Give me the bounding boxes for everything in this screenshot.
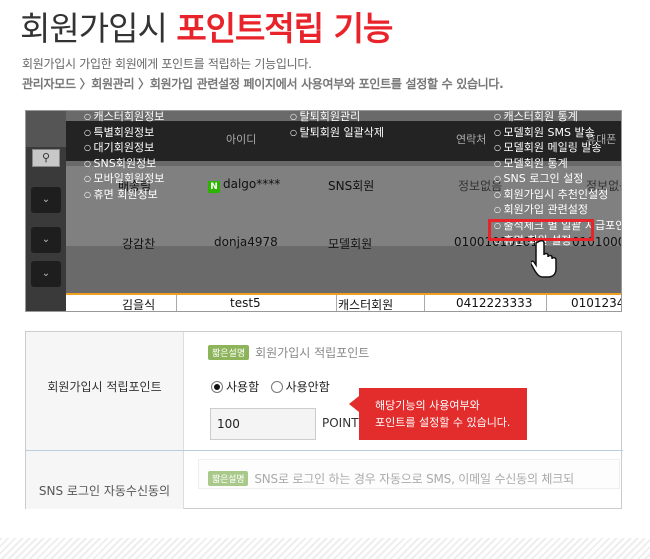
settings-panel: 회원가입시 적립포인트 짧은설명 회원가입시 적립포인트 사용함 사용안함 100… bbox=[25, 331, 623, 509]
page: 회원가입시 포인트적립 기능 회원가입시 가입한 회원에게 포인트를 적립하는 … bbox=[0, 0, 650, 559]
sns-auto-consent-label: SNS 로그인 자동수신동의 bbox=[26, 451, 184, 509]
point-unit: POINT bbox=[322, 416, 359, 430]
point-input[interactable]: 100 bbox=[210, 408, 316, 440]
row1-type: SNS회원 bbox=[328, 179, 375, 193]
radio-checked-icon[interactable] bbox=[211, 381, 223, 393]
chevron-down-icon[interactable]: ⌄ bbox=[31, 227, 61, 253]
radio-unchecked-icon[interactable] bbox=[270, 381, 283, 393]
page-title: 회원가입시 포인트적립 기능 bbox=[20, 2, 393, 50]
row3-name: 김을식 bbox=[122, 298, 156, 312]
submenu-column-1: 캐스터회원정보 특별회원정보 대기회원정보 SNS회원정보 모바일회원정보 휴면… bbox=[84, 111, 165, 203]
menu-item[interactable]: 특별회원정보 bbox=[84, 125, 164, 141]
tooltip: 해당기능의 사용여부와 포인트를 설정할 수 있습니다. bbox=[349, 388, 527, 440]
column-header-id: 아이디 bbox=[226, 133, 257, 146]
highlight-box bbox=[488, 219, 594, 241]
hand-cursor-icon bbox=[531, 239, 557, 278]
menu-item[interactable]: 모바일회원정보 bbox=[84, 171, 165, 187]
menu-item[interactable]: 대기회원정보 bbox=[84, 140, 164, 156]
menu-item[interactable]: 휴면 회원정보 bbox=[84, 187, 164, 203]
row2-name: 강감찬 bbox=[122, 237, 156, 251]
sns-auto-consent-hint: 짧은설명 SNS로 로그인 하는 경우 자동으로 SMS, 이메일 수신동의 체크… bbox=[208, 470, 574, 487]
description-line-1: 회원가입시 가입한 회원에게 포인트를 적립하는 기능입니다. bbox=[22, 57, 312, 71]
column-header-phone: 연락처 bbox=[456, 133, 487, 146]
signup-point-label: 회원가입시 적립포인트 bbox=[26, 332, 184, 450]
radio-use[interactable]: 사용함 bbox=[211, 380, 259, 394]
radio-nouse[interactable]: 사용안함 bbox=[270, 380, 330, 394]
menu-item[interactable]: 캐스터회원정보 bbox=[84, 111, 165, 125]
menu-item-signup-settings[interactable]: 회원가입 관련설정 bbox=[494, 202, 621, 218]
description-line-2: 관리자모드 〉회원관리 〉회원가입 관련설정 페이지에서 사용여부와 포인트를 … bbox=[22, 77, 504, 91]
page-title-part1: 회원가입시 bbox=[20, 9, 168, 48]
row3-id: test5 bbox=[230, 296, 261, 310]
menu-item[interactable]: 캐스터회원 통계 bbox=[494, 111, 621, 125]
menu-item[interactable]: SNS회원정보 bbox=[84, 156, 164, 172]
admin-left-bar: ⚲ ⌄ ⌄ ⌄ bbox=[26, 111, 66, 311]
row3-type: 캐스터회원 bbox=[338, 298, 394, 312]
menu-item[interactable]: 회원가입시 추천인설정 bbox=[494, 187, 621, 203]
use-radio-group: 사용함 사용안함 bbox=[211, 378, 330, 395]
menu-item[interactable]: 탈퇴회원 일괄삭제 bbox=[290, 125, 384, 141]
short-desc-tag: 짧은설명 bbox=[208, 471, 249, 486]
row3-mobile: 01012345 bbox=[571, 296, 621, 310]
signup-point-hint: 짧은설명 회원가입시 적립포인트 bbox=[208, 344, 369, 361]
row3-phone: 0412223333 bbox=[456, 296, 533, 310]
admin-screenshot: ⚲ ⌄ ⌄ ⌄ 아이디 연락처 휴대폰 배송팀 Ndalgo**** SNS회원… bbox=[25, 110, 622, 312]
pin-icon[interactable]: ⚲ bbox=[32, 149, 60, 167]
page-title-part2: 포인트적립 기능 bbox=[176, 9, 393, 48]
menu-item[interactable]: 모델회원 메일링 발송 bbox=[494, 140, 621, 156]
row2-type: 모델회원 bbox=[328, 237, 373, 251]
menu-item[interactable]: SNS 로그인 설정 bbox=[494, 171, 621, 187]
submenu-column-2: 탈퇴회원관리 탈퇴회원 일괄삭제 bbox=[290, 111, 384, 141]
menu-item[interactable]: 모델회원 SMS 발송 bbox=[494, 125, 621, 141]
short-desc-tag: 짧은설명 bbox=[208, 345, 250, 360]
row2-id: donja4978 bbox=[214, 235, 278, 249]
row1-id: Ndalgo**** bbox=[208, 177, 280, 193]
menu-item[interactable]: 모델회원 통계 bbox=[494, 156, 621, 172]
chevron-down-icon[interactable]: ⌄ bbox=[31, 187, 61, 213]
menu-item[interactable]: 탈퇴회원관리 bbox=[290, 111, 384, 125]
chevron-down-icon[interactable]: ⌄ bbox=[31, 261, 61, 287]
footer-pattern bbox=[0, 538, 650, 559]
naver-logo-icon: N bbox=[208, 181, 220, 193]
